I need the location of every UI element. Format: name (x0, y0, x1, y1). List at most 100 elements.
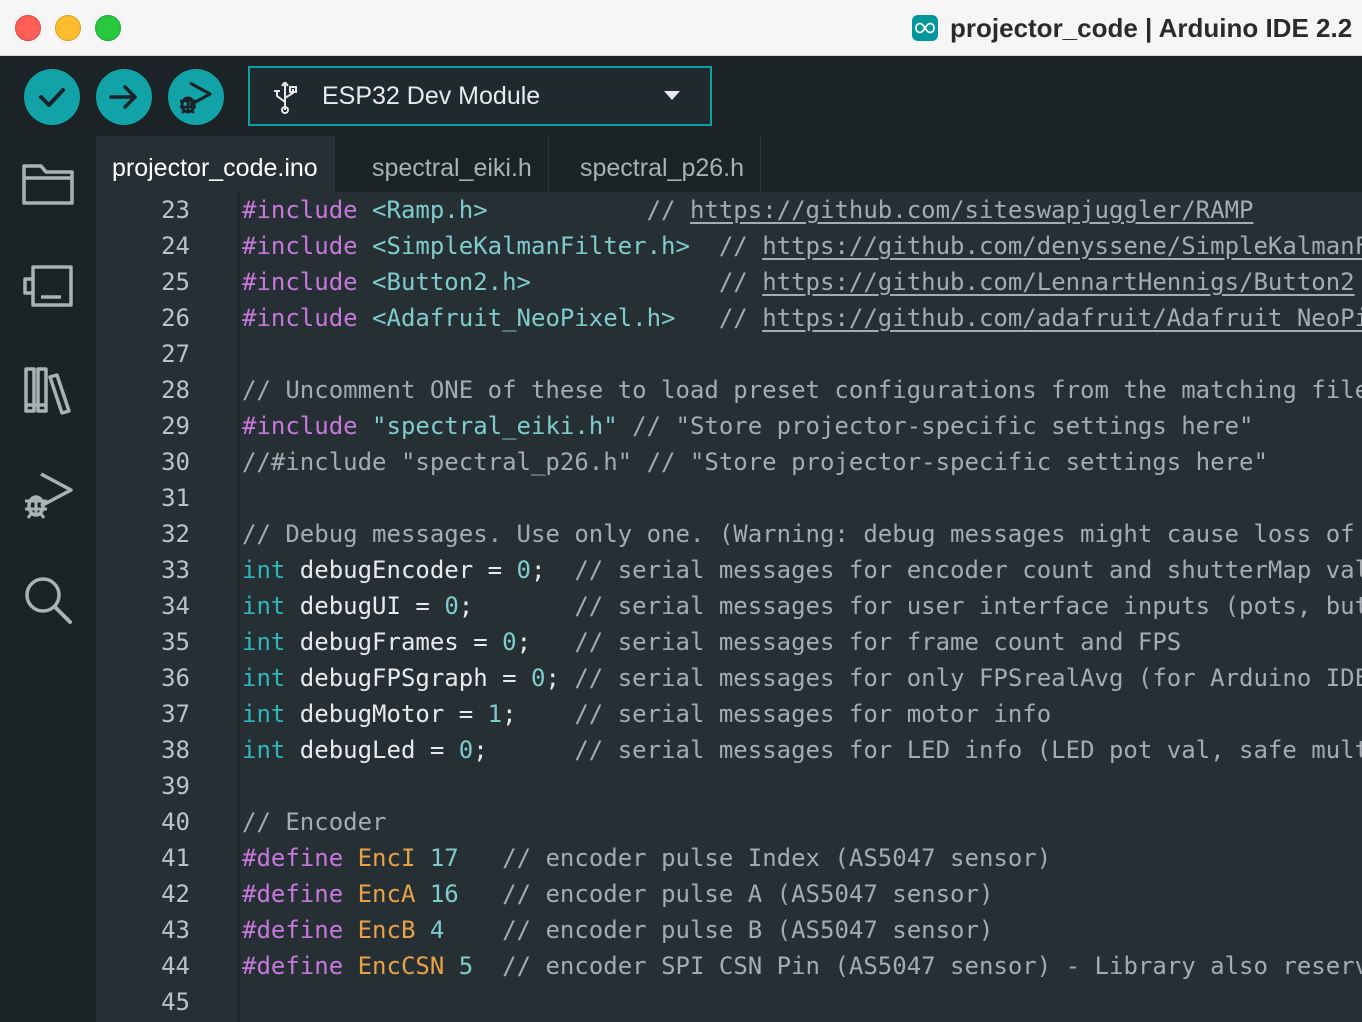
code-line[interactable]: 41 #define EncI 17 // encoder pulse Index… (96, 840, 1362, 876)
code-token: #include (242, 412, 358, 440)
tab-projector-code[interactable]: projector_code.ino (96, 136, 335, 200)
code-token: 0 (531, 664, 546, 692)
code-token: <SimpleKalmanFilter.h> (372, 232, 690, 260)
code-link[interactable]: https://github.com/denyssene/SimpleKalma… (762, 232, 1362, 260)
code-token: debugEncoder = (285, 556, 517, 584)
code-text: #include <Adafruit_NeoPixel.h> // https:… (242, 300, 1362, 336)
line-number: 33 (161, 556, 190, 584)
line-number: 35 (161, 628, 190, 656)
code-line[interactable]: 40 // Encoder (96, 804, 1362, 840)
code-token: // serial messages for user interface in… (574, 592, 1362, 620)
window-title-text: projector_code | Arduino IDE 2.2 (950, 12, 1353, 43)
upload-button[interactable] (96, 69, 152, 125)
code-token: // (646, 196, 690, 224)
code-token: ; (531, 556, 575, 584)
code-line[interactable]: 23 #include <Ramp.h> // https://github.co… (96, 192, 1362, 228)
sidebar-item-boards-manager[interactable] (20, 258, 76, 314)
code-line[interactable]: 25 #include <Button2.h> // https://github… (96, 264, 1362, 300)
editor-tabs: projector_code.ino spectral_eiki.h spect… (96, 136, 1362, 200)
code-token: int (242, 664, 286, 692)
code-token: <Ramp.h> (372, 196, 488, 224)
code-line[interactable]: 33 int debugEncoder = 0; // serial messag… (96, 552, 1362, 588)
line-number: 25 (161, 268, 190, 296)
code-token: // encoder pulse A (AS5047 sensor) (502, 880, 994, 908)
code-token: #define (242, 916, 344, 944)
minimize-window-button[interactable] (55, 15, 81, 41)
code-text: #include "spectral_eiki.h" // "Store pro… (242, 408, 1253, 444)
code-line[interactable]: 24 #include <SimpleKalmanFilter.h> // htt… (96, 228, 1362, 264)
code-text: #include <SimpleKalmanFilter.h> // https… (242, 228, 1362, 264)
code-link[interactable]: https://github.com/LennartHennigs/Button… (762, 268, 1354, 296)
code-token: 0 (502, 628, 517, 656)
code-line[interactable]: 36 int debugFPSgraph = 0; // serial messa… (96, 660, 1362, 696)
line-number: 23 (161, 196, 190, 224)
code-text: int debugEncoder = 0; // serial messages… (242, 552, 1362, 588)
code-line[interactable]: 35 int debugFrames = 0; // serial message… (96, 624, 1362, 660)
code-token: 0 (516, 556, 531, 584)
sidebar-item-sketchbook[interactable] (20, 156, 76, 212)
code-link[interactable]: https://github.com/adafruit/Adafruit_Neo… (762, 304, 1362, 332)
code-line[interactable]: 26 #include <Adafruit_NeoPixel.h> // http… (96, 300, 1362, 336)
code-line[interactable]: 37 int debugMotor = 1; // serial messages… (96, 696, 1362, 732)
debug-button[interactable] (168, 69, 224, 125)
line-number: 34 (161, 592, 190, 620)
code-token: 17 (429, 844, 459, 872)
code-token: // serial messages for LED info (LED pot… (574, 736, 1362, 764)
code-token: debugLed = (285, 736, 459, 764)
sidebar-item-debug[interactable] (20, 466, 76, 522)
sidebar-item-library-manager[interactable] (20, 362, 76, 418)
code-line[interactable]: 29 #include "spectral_eiki.h" // "Store p… (96, 408, 1362, 444)
verify-button[interactable] (24, 69, 80, 125)
code-line[interactable]: 28 // Uncomment ONE of these to load pres… (96, 372, 1362, 408)
line-number: 24 (161, 232, 190, 260)
code-token: EncA (357, 880, 416, 908)
code-line[interactable]: 43 #define EncB 4 // encoder pulse B (AS5… (96, 912, 1362, 948)
code-token: #include (242, 268, 358, 296)
debug-icon (25, 472, 73, 519)
line-number: 36 (161, 664, 190, 692)
code-line[interactable]: 39 (96, 768, 1362, 804)
code-token: // Debug messages. Use only one. (Warnin… (242, 520, 1355, 548)
code-token: int (242, 736, 286, 764)
code-text: int debugFrames = 0; // serial messages … (242, 624, 1181, 660)
code-token: 5 (458, 952, 474, 980)
code-token: // encoder pulse Index (AS5047 sensor) (502, 844, 1052, 872)
arduino-infinity-icon (912, 15, 938, 41)
zoom-window-button[interactable] (95, 15, 121, 41)
code-link[interactable]: https://github.com/siteswapjuggler/RAMP (690, 196, 1254, 224)
code-line[interactable]: 42 #define EncA 16 // encoder pulse A (AS… (96, 876, 1362, 912)
code-line[interactable]: 45 (96, 984, 1362, 1020)
code-editor[interactable]: 23 #include <Ramp.h> // https://github.co… (96, 192, 1362, 1022)
tab-spectral-eiki[interactable]: spectral_eiki.h (356, 136, 549, 200)
code-line[interactable]: 34 int debugUI = 0; // serial messages fo… (96, 588, 1362, 624)
sidebar-item-search[interactable] (20, 572, 76, 628)
code-line[interactable]: 31 (96, 480, 1362, 516)
code-line[interactable]: 38 int debugLed = 0; // serial messages f… (96, 732, 1362, 768)
code-token: 4 (429, 916, 445, 944)
code-token: // serial messages for encoder count and… (574, 556, 1362, 584)
close-window-button[interactable] (15, 15, 41, 41)
window-titlebar: projector_code | Arduino IDE 2.2 (0, 0, 1362, 56)
board-selector[interactable]: ESP32 Dev Module (248, 66, 712, 126)
code-token: 0 (444, 592, 459, 620)
code-token: <Button2.h> (372, 268, 531, 296)
code-line[interactable]: 27 (96, 336, 1362, 372)
code-text: #include <Button2.h> // https://github.c… (242, 264, 1355, 300)
code-token: #define (242, 844, 344, 872)
arrow-right-icon (109, 85, 137, 109)
line-number: 32 (161, 520, 190, 548)
code-line[interactable]: 44 #define EncCSN 5 // encoder SPI CSN Pi… (96, 948, 1362, 984)
code-line[interactable]: 30 //#include "spectral_p26.h" // "Store … (96, 444, 1362, 480)
line-number: 44 (161, 952, 190, 980)
code-line[interactable]: 32 // Debug messages. Use only one. (Warn… (96, 516, 1362, 552)
tab-spectral-p26[interactable]: spectral_p26.h (564, 136, 762, 200)
